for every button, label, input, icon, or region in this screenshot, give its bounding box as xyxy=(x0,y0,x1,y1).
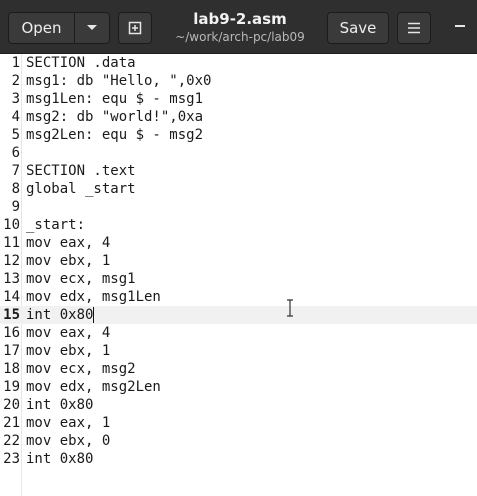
line-number: 19 xyxy=(3,379,20,395)
text-caret xyxy=(93,307,95,323)
chevron-down-icon xyxy=(87,25,97,30)
hamburger-menu-icon xyxy=(408,22,420,34)
code-line[interactable]: 4 msg2: db "world!",0xa xyxy=(0,108,477,126)
code-line[interactable]: 3 msg1Len: equ $ - msg1 xyxy=(0,90,477,108)
code-line[interactable]: 18 mov ecx, msg2 xyxy=(0,360,477,378)
mouse-ibeam-cursor xyxy=(286,299,294,317)
line-number: 22 xyxy=(3,433,20,449)
code-text: int 0x80 xyxy=(26,397,94,413)
line-number: 7 xyxy=(11,163,20,179)
code-line[interactable]: 16 mov eax, 4 xyxy=(0,324,477,342)
code-line[interactable]: 9 xyxy=(0,198,477,216)
line-number: 4 xyxy=(11,109,20,125)
line-number: 8 xyxy=(11,181,20,197)
line-number: 12 xyxy=(3,253,20,269)
line-number: 18 xyxy=(3,361,20,377)
line-number: 14 xyxy=(3,289,20,305)
code-line[interactable]: 23 int 0x80 xyxy=(0,450,477,468)
line-number: 1 xyxy=(11,55,20,71)
line-number: 17 xyxy=(3,343,20,359)
code-text: SECTION .data xyxy=(26,55,136,71)
line-number: 21 xyxy=(3,415,20,431)
code-line[interactable]: 20 int 0x80 xyxy=(0,396,477,414)
new-tab-button[interactable] xyxy=(118,12,152,44)
code-line[interactable]: 15 int 0x80 xyxy=(0,306,477,324)
line-number: 11 xyxy=(3,235,20,251)
open-button-label: Open xyxy=(21,19,62,37)
code-text: global _start xyxy=(26,181,136,197)
line-number: 10 xyxy=(3,217,20,233)
code-text: mov edx, msg2Len xyxy=(26,379,161,395)
code-text: mov ebx, 1 xyxy=(26,343,111,359)
code-text: mov edx, msg1Len xyxy=(26,289,161,305)
code-text: mov ecx, msg2 xyxy=(26,361,136,377)
line-number: 5 xyxy=(11,127,20,143)
code-line[interactable]: 8 global _start xyxy=(0,180,477,198)
new-document-icon xyxy=(128,21,142,35)
code-line[interactable]: 13 mov ecx, msg1 xyxy=(0,270,477,288)
code-line[interactable]: 14 mov edx, msg1Len xyxy=(0,288,477,306)
code-text: mov ecx, msg1 xyxy=(26,271,136,287)
line-number: 6 xyxy=(11,145,20,161)
code-text: int 0x80 xyxy=(26,451,94,467)
file-path: ~/work/arch-pc/lab09 xyxy=(175,30,305,44)
code-line[interactable]: 10 _start: xyxy=(0,216,477,234)
save-button[interactable]: Save xyxy=(327,12,389,44)
code-text: SECTION .text xyxy=(26,163,136,179)
code-text: _start: xyxy=(26,217,86,233)
code-line[interactable]: 6 xyxy=(0,144,477,162)
code-text: mov ebx, 1 xyxy=(26,253,111,269)
save-button-label: Save xyxy=(339,19,377,37)
code-line[interactable]: 19 mov edx, msg2Len xyxy=(0,378,477,396)
line-number: 13 xyxy=(3,271,20,287)
line-number: 20 xyxy=(3,397,20,413)
line-number: 16 xyxy=(3,325,20,341)
main-menu-button[interactable] xyxy=(397,12,431,44)
line-number: 2 xyxy=(11,73,20,89)
open-button[interactable]: Open xyxy=(8,12,75,44)
code-text: mov eax, 4 xyxy=(26,325,111,341)
code-text: msg1Len: equ $ - msg1 xyxy=(26,91,204,107)
code-text: msg2: db "world!",0xa xyxy=(26,109,204,125)
line-number: 23 xyxy=(3,451,20,467)
header-bar: Open lab9-2.asm ~/work/arch-pc/lab09 Sav… xyxy=(0,0,477,54)
code-line[interactable]: 5 msg2Len: equ $ - msg2 xyxy=(0,126,477,144)
minimize-icon[interactable] xyxy=(455,25,465,27)
code-line[interactable]: 1 SECTION .data xyxy=(0,54,477,72)
code-text: mov ebx, 0 xyxy=(26,433,111,449)
code-text: msg1: db "Hello, ",0x0 xyxy=(26,73,212,89)
window-title: lab9-2.asm xyxy=(193,10,287,28)
code-line[interactable]: 17 mov ebx, 1 xyxy=(0,342,477,360)
code-line[interactable]: 11 mov eax, 4 xyxy=(0,234,477,252)
text-editor[interactable]: 1 SECTION .data 2 msg1: db "Hello, ",0x0 3 ms… xyxy=(0,54,477,496)
line-number: 15 xyxy=(3,307,20,323)
code-line[interactable]: 22 mov ebx, 0 xyxy=(0,432,477,450)
code-line[interactable]: 21 mov eax, 1 xyxy=(0,414,477,432)
code-text: msg2Len: equ $ - msg2 xyxy=(26,127,204,143)
code-text: mov eax, 4 xyxy=(26,235,111,251)
line-number: 9 xyxy=(11,199,20,215)
open-menu-button[interactable] xyxy=(74,12,110,44)
code-text: int 0x80 xyxy=(26,307,94,323)
code-line[interactable]: 2 msg1: db "Hello, ",0x0 xyxy=(0,72,477,90)
code-text: mov eax, 1 xyxy=(26,415,111,431)
code-line[interactable]: 7 SECTION .text xyxy=(0,162,477,180)
code-line[interactable]: 12 mov ebx, 1 xyxy=(0,252,477,270)
line-number: 3 xyxy=(11,91,20,107)
